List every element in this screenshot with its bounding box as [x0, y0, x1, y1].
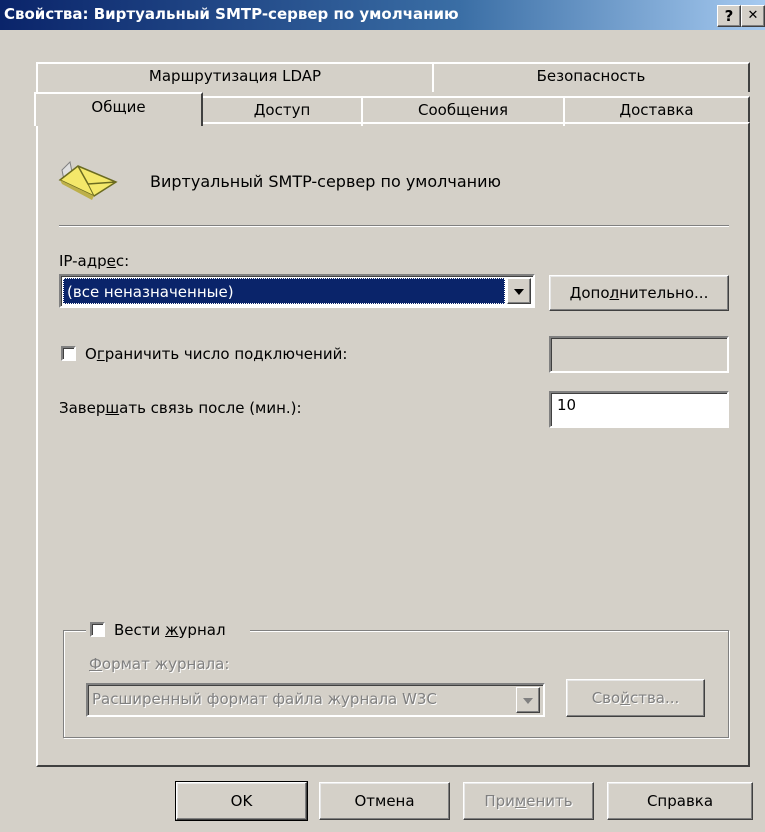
connection-limit-field[interactable]: [549, 336, 729, 373]
envelope-icon: [58, 160, 120, 202]
tab-security[interactable]: Безопасность: [432, 62, 750, 92]
ok-button[interactable]: OK: [175, 781, 308, 821]
limit-connections-label: Ограничить число подключений:: [85, 345, 348, 363]
tab-general[interactable]: Общие: [34, 92, 203, 126]
chevron-down-icon[interactable]: [516, 687, 540, 713]
help-title-button[interactable]: ?: [717, 5, 741, 27]
enable-logging-checkbox[interactable]: [90, 622, 105, 637]
ip-address-value: (все неназначенные): [63, 278, 505, 304]
logging-group-header: Вести журнал: [86, 619, 250, 641]
log-format-select[interactable]: Расширенный формат файла журнала W3C: [86, 683, 545, 717]
advanced-button[interactable]: Дополнительно...: [549, 275, 729, 311]
limit-connections-checkbox[interactable]: [61, 346, 76, 361]
window-title: Свойства: Виртуальный SMTP-сервер по умо…: [4, 5, 459, 23]
log-format-value: Расширенный формат файла журнала W3C: [92, 690, 437, 708]
ip-address-label: IP-адрес:: [59, 252, 130, 270]
title-bar[interactable]: Свойства: Виртуальный SMTP-сервер по умо…: [0, 0, 765, 30]
log-properties-button[interactable]: Свойства...: [566, 679, 705, 717]
separator: [59, 225, 729, 227]
log-format-label: Формат журнала:: [89, 655, 230, 673]
enable-logging-label: Вести журнал: [114, 621, 226, 639]
help-button[interactable]: Справка: [607, 782, 753, 820]
cancel-button[interactable]: Отмена: [319, 782, 450, 820]
tab-ldap-routing[interactable]: Маршрутизация LDAP: [36, 62, 434, 92]
server-name: Виртуальный SMTP-сервер по умолчанию: [150, 172, 501, 191]
close-title-button[interactable]: ✕: [741, 5, 765, 27]
chevron-down-icon[interactable]: [507, 278, 531, 304]
ip-address-select[interactable]: (все неназначенные): [59, 274, 535, 308]
apply-button[interactable]: Применить: [463, 782, 594, 820]
timeout-label: Завершать связь после (мин.):: [59, 399, 302, 417]
properties-dialog: Свойства: Виртуальный SMTP-сервер по умо…: [0, 0, 765, 832]
timeout-field[interactable]: 10: [549, 391, 729, 428]
